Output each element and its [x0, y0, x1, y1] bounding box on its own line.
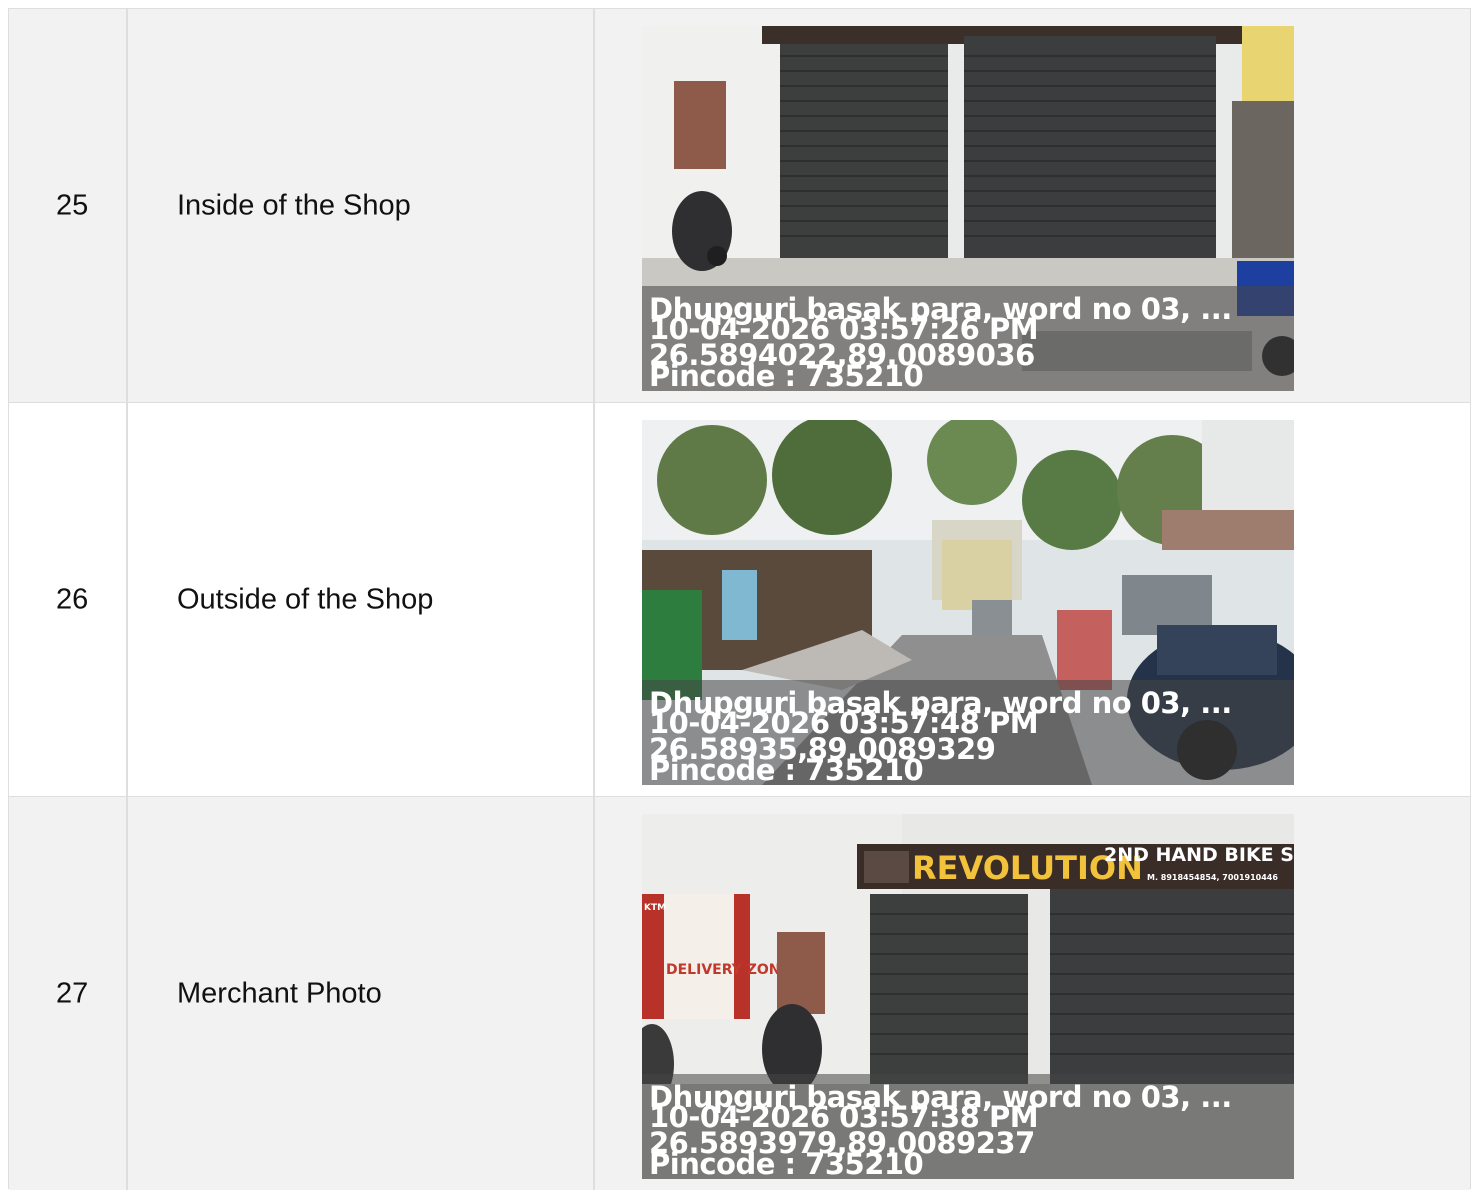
- row-label-cell: Merchant Photo: [128, 797, 595, 1190]
- row-number-cell: 25: [9, 9, 128, 402]
- board-brand: KTM: [644, 903, 666, 913]
- row-number: 26: [56, 583, 89, 615]
- row-photo-cell: Dhupguri basak para, word no 03, ... 10-…: [595, 403, 1470, 796]
- row-label: Outside of the Shop: [177, 583, 434, 615]
- row-label: Merchant Photo: [177, 977, 382, 1009]
- row-number-cell: 27: [9, 797, 128, 1190]
- row-number-cell: 26: [9, 403, 128, 796]
- photo-pincode: Pincode : 735210: [649, 753, 924, 785]
- row-photo-cell: Dhupguri basak para, word no 03, ... 10-…: [595, 9, 1470, 402]
- photo-table: 25 Inside of the Shop Dhupguri basak par…: [8, 8, 1471, 1190]
- sign-subtitle: 2ND HAND BIKE STO: [1104, 844, 1294, 866]
- row-label-cell: Inside of the Shop: [128, 9, 595, 402]
- board-text: DELIVERY ZONE: [666, 962, 790, 978]
- row-number: 25: [56, 189, 89, 221]
- outside-shop-photo[interactable]: Dhupguri basak para, word no 03, ... 10-…: [642, 420, 1294, 785]
- photo-pincode: Pincode : 735210: [649, 359, 924, 391]
- sign-phone: M. 8918454854, 7001910446: [1147, 873, 1278, 882]
- table-row: 25 Inside of the Shop Dhupguri basak par…: [9, 9, 1470, 403]
- row-label: Inside of the Shop: [177, 189, 411, 221]
- row-photo-cell: REVOLUTION 2ND HAND BIKE STO M. 89184548…: [595, 797, 1470, 1190]
- row-label-cell: Outside of the Shop: [128, 403, 595, 796]
- photo-pincode: Pincode : 735210: [649, 1147, 924, 1179]
- merchant-photo[interactable]: REVOLUTION 2ND HAND BIKE STO M. 89184548…: [642, 814, 1294, 1179]
- table-row: 26 Outside of the Shop Dhupguri basak pa…: [9, 403, 1470, 797]
- inside-shop-photo[interactable]: Dhupguri basak para, word no 03, ... 10-…: [642, 26, 1294, 391]
- table-row: 27 Merchant Photo REVOLUTION 2ND HAND BI…: [9, 797, 1470, 1190]
- row-number: 27: [56, 977, 89, 1009]
